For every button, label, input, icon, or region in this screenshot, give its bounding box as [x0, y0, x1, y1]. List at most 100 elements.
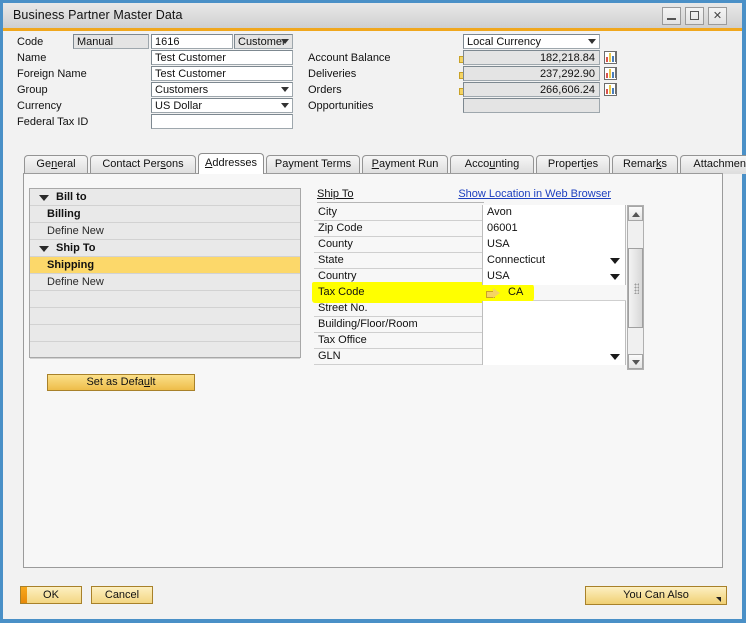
- address-tree-row-billing[interactable]: Billing: [30, 206, 300, 223]
- scrollbar-thumb[interactable]: [628, 248, 643, 328]
- tab-addresses[interactable]: Addresses: [198, 153, 264, 174]
- ship-to-row-gln: GLN: [314, 349, 626, 365]
- tab-label: General: [36, 158, 76, 170]
- chevron-down-icon: [588, 39, 596, 44]
- you-can-also-label: You Can Also: [623, 589, 689, 601]
- bar-chart-icon-deliveries[interactable]: [604, 67, 617, 80]
- address-tree-row-label: Define New: [47, 225, 104, 237]
- minimize-button[interactable]: [662, 7, 681, 25]
- tab-label: Contact Persons: [102, 158, 184, 170]
- chevron-up-icon: [632, 212, 640, 217]
- currency-value: US Dollar: [155, 100, 203, 112]
- addresses-panel: Bill to Billing Define New Ship To Shipping D…: [23, 173, 723, 568]
- tab-label: Accounting: [464, 158, 520, 170]
- tab-accounting[interactable]: Accounting: [450, 155, 534, 174]
- ship-to-scrollbar[interactable]: [627, 205, 644, 370]
- ship-to-label-gln: GLN: [318, 350, 341, 362]
- tab-contact-persons[interactable]: Contact Persons: [90, 155, 196, 174]
- tab-attachments[interactable]: Attachments: [680, 155, 746, 174]
- address-tree-row-shipping[interactable]: Shipping: [30, 257, 300, 274]
- scroll-down-button[interactable]: [628, 354, 643, 369]
- currency-select[interactable]: US Dollar: [151, 98, 293, 113]
- ship-to-field-rows: City Avon Zip Code 06001 County USA State Conne…: [312, 205, 626, 365]
- link-arrow-icon-tax-code[interactable]: [486, 288, 500, 299]
- address-tree-row-label: Shipping: [47, 259, 95, 271]
- ship-to-value-tax-code[interactable]: CA: [508, 286, 523, 298]
- name-field[interactable]: Test Customer: [151, 50, 293, 65]
- label-name: Name: [17, 52, 47, 64]
- ship-to-label-building-floor-room: Building/Floor/Room: [318, 318, 418, 330]
- label-deliveries: Deliveries: [308, 68, 357, 80]
- address-tree-empty-row: [30, 291, 300, 308]
- code-number-field[interactable]: 1616: [151, 34, 233, 49]
- cancel-button[interactable]: Cancel: [91, 586, 153, 604]
- ship-to-row-tax-code: Tax Code CA: [312, 282, 626, 303]
- address-tree-row-define-new[interactable]: Define New: [30, 223, 300, 240]
- bar-chart-icon-account-balance[interactable]: [604, 51, 617, 64]
- tab-properties[interactable]: Properties: [536, 155, 610, 174]
- bar-chart-icon-orders[interactable]: [604, 83, 617, 96]
- ship-to-value-country[interactable]: USA: [482, 269, 626, 285]
- label-code: Code: [17, 36, 44, 48]
- close-button[interactable]: ✕: [708, 7, 727, 25]
- ship-to-value-city[interactable]: Avon: [482, 205, 626, 221]
- tab-payment-run[interactable]: Payment Run: [362, 155, 448, 174]
- show-location-link[interactable]: Show Location in Web Browser: [458, 188, 611, 200]
- ok-button[interactable]: OK: [20, 586, 82, 604]
- ship-to-label-zip-code: Zip Code: [318, 222, 363, 234]
- expand-triangle-icon[interactable]: [39, 195, 49, 201]
- label-orders: Orders: [308, 84, 342, 96]
- group-value: Customers: [155, 84, 209, 96]
- federal-tax-id-field[interactable]: [151, 114, 293, 129]
- address-tree-row-define-new[interactable]: Define New: [30, 274, 300, 291]
- foreign-name-field[interactable]: Test Customer: [151, 66, 293, 81]
- account-balance-value: 182,218.84: [463, 50, 600, 65]
- tab-strip: General Contact Persons Addresses Paymen…: [23, 153, 746, 174]
- you-can-also-button[interactable]: You Can Also: [585, 586, 727, 605]
- tab-label: Payment Run: [371, 158, 439, 170]
- label-opportunities: Opportunities: [308, 100, 374, 112]
- label-currency: Currency: [17, 100, 62, 112]
- tab-payment-terms[interactable]: Payment Terms: [266, 155, 360, 174]
- chevron-down-icon: [281, 87, 289, 92]
- bp-type-value: Customer: [238, 36, 286, 48]
- ship-to-label-county: County: [318, 238, 353, 250]
- tab-remarks[interactable]: Remarks: [612, 155, 678, 174]
- chevron-down-icon[interactable]: [610, 274, 620, 280]
- local-currency-select[interactable]: Local Currency: [463, 34, 600, 49]
- address-tree-row-bill-to[interactable]: Bill to: [30, 189, 300, 206]
- maximize-icon: [690, 11, 699, 20]
- bp-type-select[interactable]: Customer: [234, 34, 293, 49]
- expand-triangle-icon[interactable]: [39, 246, 49, 252]
- set-as-default-button[interactable]: Set as Default: [47, 374, 195, 391]
- close-icon: ✕: [712, 10, 723, 22]
- ship-to-value-tax-office[interactable]: [482, 333, 626, 349]
- orders-value: 266,606.24: [463, 82, 600, 97]
- address-tree[interactable]: Bill to Billing Define New Ship To Shipping D…: [29, 188, 301, 359]
- local-currency-value: Local Currency: [467, 36, 541, 48]
- address-tree-empty-row: [30, 342, 300, 359]
- code-manual-field[interactable]: Manual: [73, 34, 149, 49]
- ship-to-value-gln[interactable]: [482, 349, 626, 365]
- chevron-down-icon[interactable]: [610, 354, 620, 360]
- scroll-up-button[interactable]: [628, 206, 643, 221]
- ship-to-label-street-no: Street No.: [318, 302, 368, 314]
- chevron-down-icon: [281, 103, 289, 108]
- tab-label: Addresses: [205, 157, 257, 169]
- ship-to-value-building-floor-room[interactable]: [482, 317, 626, 333]
- ship-to-value-street-no[interactable]: [482, 301, 626, 317]
- address-tree-row-label: Billing: [47, 208, 81, 220]
- ship-to-row-zip-code: Zip Code 06001: [314, 221, 626, 237]
- maximize-button[interactable]: [685, 7, 704, 25]
- label-group: Group: [17, 84, 48, 96]
- ship-to-value-county[interactable]: USA: [482, 237, 626, 253]
- address-tree-row-ship-to[interactable]: Ship To: [30, 240, 300, 257]
- ship-to-value-zip-code[interactable]: 06001: [482, 221, 626, 237]
- group-select[interactable]: Customers: [151, 82, 293, 97]
- ship-to-value-state[interactable]: Connecticut: [482, 253, 626, 269]
- set-as-default-label: Set as Default: [86, 376, 156, 388]
- tab-general[interactable]: General: [24, 155, 88, 174]
- label-account-balance: Account Balance: [308, 52, 391, 64]
- label-foreign-name: Foreign Name: [17, 68, 87, 80]
- chevron-down-icon[interactable]: [610, 258, 620, 264]
